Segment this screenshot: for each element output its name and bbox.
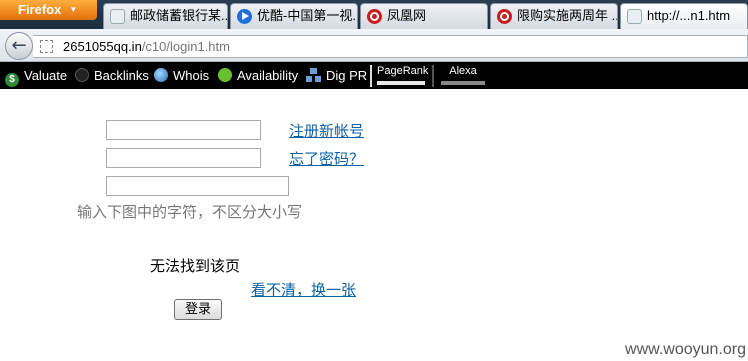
login-button[interactable]: 登录 bbox=[174, 299, 222, 320]
backlinks-icon bbox=[75, 68, 89, 82]
firefox-menu-button[interactable]: Firefox ▼ bbox=[0, 0, 97, 20]
pagerank-indicator[interactable]: PageRank bbox=[377, 64, 429, 85]
generic-page-icon bbox=[110, 9, 125, 24]
dig-pr-button[interactable]: Dig PR bbox=[306, 62, 367, 89]
browser-tab-3[interactable]: 凤凰网 bbox=[360, 3, 488, 29]
username-input[interactable] bbox=[106, 120, 261, 140]
site-identity-icon[interactable] bbox=[40, 40, 53, 53]
youku-icon bbox=[237, 9, 252, 24]
register-link[interactable]: 注册新帐号 bbox=[289, 122, 364, 140]
browser-tab-2[interactable]: 优酷-中国第一视... bbox=[230, 3, 358, 29]
url-bar[interactable]: 2651055qq.in/c10/login1.htm bbox=[33, 35, 748, 58]
backlinks-button[interactable]: Backlinks bbox=[75, 62, 149, 89]
url-host: 2651055qq.in bbox=[63, 39, 142, 54]
tab-title: 邮政储蓄银行某... bbox=[130, 8, 228, 23]
alexa-bar bbox=[441, 81, 485, 85]
captcha-image-placeholder: 无法找到该页 bbox=[150, 257, 241, 275]
globe-icon bbox=[154, 68, 168, 82]
watermark: www.wooyun.org bbox=[625, 341, 746, 358]
tab-title: 限购实施两周年 ... bbox=[517, 8, 618, 23]
availability-button[interactable]: Availability bbox=[218, 62, 298, 89]
tab-strip: Firefox ▼ 邮政储蓄银行某... 优酷-中国第一视... 凤凰网 限购实施… bbox=[0, 0, 748, 29]
generic-page-icon bbox=[627, 9, 642, 24]
availability-label: Availability bbox=[237, 68, 299, 83]
backlinks-label: Backlinks bbox=[94, 68, 149, 83]
tab-title: http://...n1.htm bbox=[647, 8, 731, 23]
valuate-button[interactable]: $ Valuate bbox=[5, 62, 67, 89]
back-button[interactable]: ← bbox=[5, 32, 33, 60]
alexa-label: Alexa bbox=[449, 65, 477, 77]
ifeng-icon bbox=[367, 9, 382, 24]
tab-title: 凤凰网 bbox=[387, 8, 427, 23]
url-text: 2651055qq.in/c10/login1.htm bbox=[63, 38, 230, 55]
browser-tab-5-active[interactable]: http://...n1.htm bbox=[620, 3, 748, 29]
password-input[interactable] bbox=[106, 148, 261, 168]
forgot-password-link[interactable]: 忘了密码？ bbox=[289, 150, 364, 168]
pagerank-bar bbox=[377, 81, 425, 85]
toolbar-divider bbox=[370, 65, 372, 87]
captcha-hint: 输入下图中的字符，不区分大小写 bbox=[77, 203, 303, 221]
alexa-indicator[interactable]: Alexa bbox=[441, 64, 485, 85]
back-arrow-icon: ← bbox=[11, 35, 27, 56]
magnifier-icon bbox=[218, 68, 232, 82]
toolbar-divider bbox=[432, 65, 434, 87]
browser-tab-1[interactable]: 邮政储蓄银行某... bbox=[103, 3, 228, 29]
dollar-icon: $ bbox=[5, 73, 19, 87]
browser-tab-4[interactable]: 限购实施两周年 ... bbox=[490, 3, 618, 29]
ifeng-icon bbox=[497, 9, 512, 24]
firefox-menu-label: Firefox bbox=[18, 2, 62, 17]
whois-label: Whois bbox=[173, 68, 210, 83]
pagerank-label: PageRank bbox=[377, 65, 429, 77]
dig-pr-label: Dig PR bbox=[326, 68, 368, 83]
whois-button[interactable]: Whois bbox=[154, 62, 209, 89]
refresh-captcha-link[interactable]: 看不清，换一张 bbox=[251, 281, 356, 299]
network-icon bbox=[306, 68, 321, 82]
seo-toolbar: $ Valuate Backlinks Whois Availability Di… bbox=[0, 62, 748, 89]
navigation-bar: ← 2651055qq.in/c10/login1.htm bbox=[0, 29, 748, 62]
url-path: /c10/login1.htm bbox=[141, 39, 230, 54]
tab-title: 优酷-中国第一视... bbox=[257, 8, 358, 23]
valuate-label: Valuate bbox=[24, 68, 68, 83]
chevron-down-icon: ▼ bbox=[69, 5, 78, 14]
captcha-input[interactable] bbox=[106, 176, 289, 196]
